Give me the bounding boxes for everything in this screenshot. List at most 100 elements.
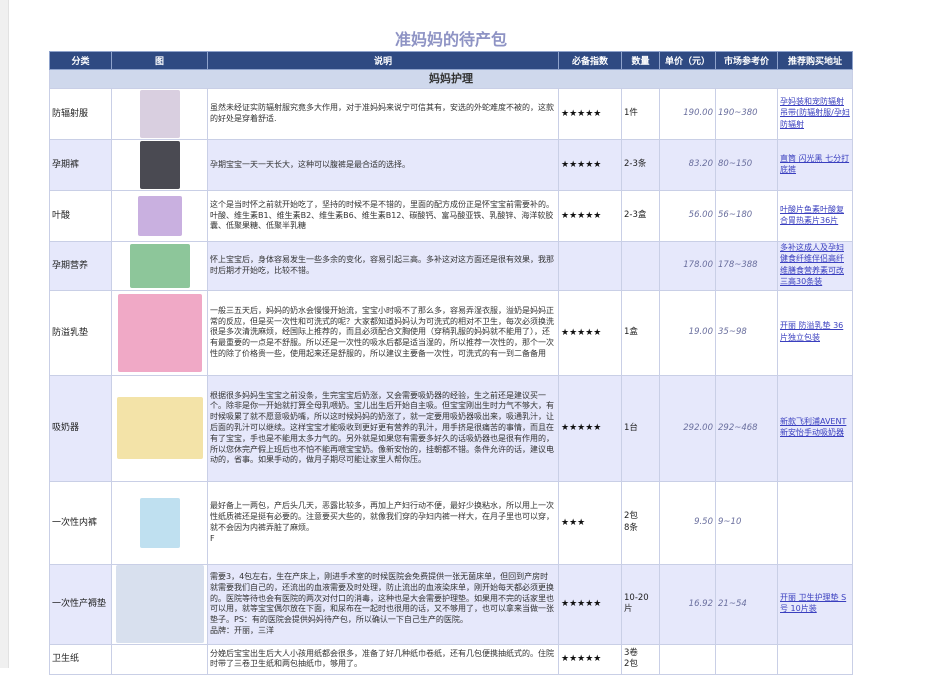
cell-category: 一次性产褥垫 [49, 563, 112, 645]
cell-image [111, 480, 208, 565]
product-image [139, 497, 180, 548]
cell-category: 卫生纸 [49, 643, 112, 675]
cell-image [111, 643, 208, 675]
cell-image [111, 88, 208, 140]
checklist-table: 分类 图 说明 必备指数 数量 单价（元） 市场参考价 推荐购买地址 妈妈护理 … [49, 51, 853, 675]
cell-image [111, 241, 208, 291]
cell-buy-link: 多补这成人及孕妇健食纤维伴侣高纤维膳食营养素可改三高30条装 [777, 241, 853, 291]
cell-category: 防辐射服 [49, 88, 112, 140]
cell-quantity [621, 241, 660, 291]
cell-unit-price: 9.50 [659, 480, 716, 565]
buy-link[interactable]: 直筒 闪光黑 七分打底裤 [780, 154, 849, 174]
section-row: 妈妈护理 [49, 69, 853, 89]
product-image [117, 293, 202, 372]
product-image [115, 565, 204, 644]
cell-priority: ★★★★★ [558, 643, 622, 675]
cell-image [111, 139, 208, 191]
page-title: 准妈妈的待产包 [394, 30, 507, 49]
cell-buy-link: 孕妈装和宠防辐射吊带(防辐射服/孕妇防辐射 [777, 88, 853, 140]
sheet-left-gutter [0, 0, 9, 668]
cell-quantity: 1台 [621, 374, 660, 482]
cell-priority: ★★★★★ [558, 374, 622, 482]
table-row: 叶酸 这个是当时怀之前就开始吃了，坚持的时候不是不错的，里面的配方成份正是怀宝宝前… [49, 190, 853, 242]
cell-unit-price: 16.92 [659, 563, 716, 645]
cell-buy-link: 开丽 防溢乳垫 36片独立包装 [777, 289, 853, 376]
cell-image [111, 289, 208, 376]
product-image [137, 196, 182, 236]
cell-market-price: 56~180 [715, 190, 778, 242]
buy-link[interactable]: 开丽 防溢乳垫 36片独立包装 [780, 321, 843, 341]
product-image [139, 90, 180, 138]
buy-link[interactable]: 叶酸片鱼素叶酸复合胃热素片36片 [780, 205, 844, 225]
cell-image [111, 190, 208, 242]
cell-market-price: 178~388 [715, 241, 778, 291]
cell-unit-price: 83.20 [659, 139, 716, 191]
cell-description: 怀上宝宝后，身体容易发生一些多余的变化，容易引起三高。多补这对这方面还是很有效果… [207, 241, 559, 291]
cell-unit-price: 178.00 [659, 241, 716, 291]
cell-category: 孕期营养 [49, 241, 112, 291]
col-header-priority[interactable]: 必备指数 [558, 51, 622, 70]
cell-description: 一般三五天后，妈妈的奶水会慢慢开始流，宝宝小时吸不了那么多，容易弄湿衣服，溢奶是… [207, 289, 559, 376]
buy-link[interactable]: 多补这成人及孕妇健食纤维伴侣高纤维膳食营养素可改三高30条装 [780, 243, 844, 286]
cell-priority [558, 241, 622, 291]
table-row: 一次性产褥垫 需要3，4包左右，生在产床上，刚进手术室的时候医院会免费提供一张无菌… [49, 563, 853, 645]
cell-market-price: 21~54 [715, 563, 778, 645]
cell-description: 需要3，4包左右，生在产床上，刚进手术室的时候医院会免费提供一张无菌床单，但回到… [207, 563, 559, 645]
table-row: 孕期裤 孕期宝宝一天一天长大，这种可以腹裤是最合适的选择。 ★★★★★ 2-3条 83.… [49, 139, 853, 191]
cell-image [111, 374, 208, 482]
cell-quantity: 3卷 2包 [621, 643, 660, 675]
cell-buy-link: 新款飞利浦AVENT新安怡手动吸奶器 [777, 374, 853, 482]
col-header-description[interactable]: 说明 [207, 51, 559, 70]
table-row: 孕期营养 怀上宝宝后，身体容易发生一些多余的变化，容易引起三高。多补这对这方面还是… [49, 241, 853, 291]
cell-quantity: 1盒 [621, 289, 660, 376]
cell-buy-link [777, 643, 853, 675]
col-header-image[interactable]: 图 [111, 51, 208, 70]
cell-priority: ★★★★★ [558, 88, 622, 140]
col-header-quantity[interactable]: 数量 [621, 51, 660, 70]
cell-priority: ★★★ [558, 480, 622, 565]
cell-category: 孕期裤 [49, 139, 112, 191]
cell-market-price [715, 643, 778, 675]
cell-buy-link: 叶酸片鱼素叶酸复合胃热素片36片 [777, 190, 853, 242]
col-header-category[interactable]: 分类 [49, 51, 112, 70]
header-row: 分类 图 说明 必备指数 数量 单价（元） 市场参考价 推荐购买地址 [49, 51, 853, 70]
cell-unit-price: 292.00 [659, 374, 716, 482]
cell-quantity: 1件 [621, 88, 660, 140]
cell-unit-price: 19.00 [659, 289, 716, 376]
table-row: 一次性内裤 最好备上一两包，产后头几天，恶露比较多，再加上产妇行动不便，最好少换粘… [49, 480, 853, 565]
cell-market-price: 292~468 [715, 374, 778, 482]
buy-link[interactable]: 开丽 卫生护理垫 S号 10片装 [780, 593, 846, 613]
cell-description: 孕期宝宝一天一天长大，这种可以腹裤是最合适的选择。 [207, 139, 559, 191]
product-image [129, 243, 190, 288]
cell-market-price: 35~98 [715, 289, 778, 376]
cell-market-price: 190~380 [715, 88, 778, 140]
cell-category: 吸奶器 [49, 374, 112, 482]
cell-market-price: 80~150 [715, 139, 778, 191]
cell-market-price: 9~10 [715, 480, 778, 565]
cell-priority: ★★★★★ [558, 289, 622, 376]
cell-category: 叶酸 [49, 190, 112, 242]
table-row: 防溢乳垫 一般三五天后，妈妈的奶水会慢慢开始流，宝宝小时吸不了那么多，容易弄湿衣服… [49, 289, 853, 376]
cell-buy-link: 直筒 闪光黑 七分打底裤 [777, 139, 853, 191]
cell-description: 最好备上一两包，产后头几天，恶露比较多，再加上产妇行动不便，最好少换粘水，所以用… [207, 480, 559, 565]
cell-description: 这个是当时怀之前就开始吃了，坚持的时候不是不错的，里面的配方成份正是怀宝宝前需要… [207, 190, 559, 242]
buy-link[interactable]: 孕妈装和宠防辐射吊带(防辐射服/孕妇防辐射 [780, 97, 850, 129]
section-title: 妈妈护理 [429, 71, 473, 85]
product-image [139, 141, 180, 189]
cell-unit-price [659, 643, 716, 675]
cell-priority: ★★★★★ [558, 563, 622, 645]
cell-category: 防溢乳垫 [49, 289, 112, 376]
cell-quantity: 2-3条 [621, 139, 660, 191]
cell-priority: ★★★★★ [558, 139, 622, 191]
col-header-buy-link[interactable]: 推荐购买地址 [777, 51, 853, 70]
buy-link[interactable]: 新款飞利浦AVENT新安怡手动吸奶器 [780, 417, 846, 437]
col-header-unit-price[interactable]: 单价（元） [659, 51, 716, 70]
cell-priority: ★★★★★ [558, 190, 622, 242]
cell-image [111, 563, 208, 645]
cell-unit-price: 56.00 [659, 190, 716, 242]
col-header-market-price[interactable]: 市场参考价 [715, 51, 778, 70]
cell-buy-link [777, 480, 853, 565]
cell-quantity: 2-3盒 [621, 190, 660, 242]
cell-quantity: 10-20片 [621, 563, 660, 645]
product-image [116, 397, 203, 460]
